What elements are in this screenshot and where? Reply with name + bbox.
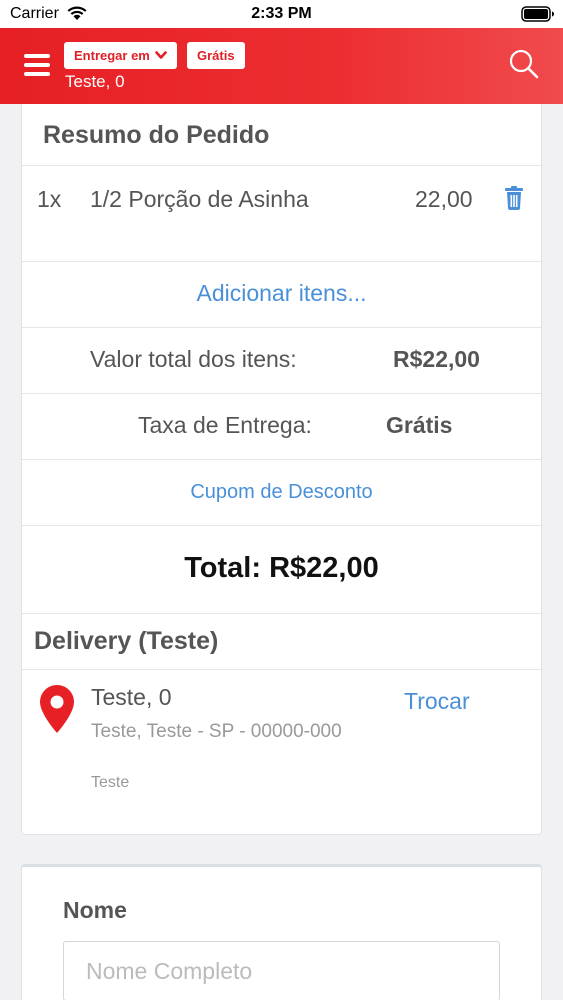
coupon-link[interactable]: Cupom de Desconto [22, 481, 541, 504]
item-price: 22,00 [415, 186, 473, 212]
change-address-link[interactable]: Trocar [404, 688, 470, 715]
customer-form-card: Nome [21, 864, 542, 1000]
name-label: Nome [63, 897, 127, 923]
fee-badge-label: Grátis [197, 48, 235, 63]
name-input[interactable] [63, 941, 500, 1000]
deliver-to-dropdown[interactable]: Entregar em [64, 42, 177, 69]
chevron-down-icon [155, 51, 167, 59]
delivery-address: Teste, 0 Teste, Teste - SP - 00000-000 T… [22, 670, 541, 835]
status-bar: Carrier 2:33 PM [0, 0, 563, 28]
delivery-fee-value: Grátis [386, 412, 453, 438]
subtotal-value: R$22,00 [393, 346, 480, 372]
list-item: 1x 1/2 Porção de Asinha 22,00 [22, 166, 541, 262]
delivery-fee-badge: Grátis [187, 42, 245, 69]
header-address[interactable]: Teste, 0 [65, 72, 125, 92]
address-note: Teste [91, 774, 130, 791]
clock: 2:33 PM [251, 5, 312, 22]
item-name: 1/2 Porção de Asinha [90, 186, 309, 212]
search-icon[interactable] [508, 48, 540, 80]
order-summary-title: Resumo do Pedido [43, 121, 270, 149]
address-name: Teste, 0 [91, 684, 172, 710]
address-line: Teste, Teste - SP - 00000-000 [91, 721, 342, 742]
order-summary-card: Resumo do Pedido 1x 1/2 Porção de Asinha… [21, 104, 542, 835]
deliver-to-label: Entregar em [74, 48, 150, 63]
delivery-fee-label: Taxa de Entrega: [138, 412, 312, 438]
delivery-title: Delivery (Teste) [34, 627, 219, 655]
subtotal-label: Valor total dos itens: [90, 346, 297, 372]
battery-icon [521, 6, 554, 22]
subtotal-row: Valor total dos itens: R$22,00 [22, 328, 541, 394]
app-header: Entregar em Grátis Teste, 0 [0, 28, 563, 104]
order-total: Total: R$22,00 [184, 552, 379, 584]
map-pin-icon [40, 685, 74, 733]
delivery-fee-row: Taxa de Entrega: Grátis [22, 394, 541, 460]
menu-icon[interactable] [24, 54, 50, 76]
item-quantity: 1x [37, 186, 62, 212]
coupon-row: Cupom de Desconto [22, 460, 541, 526]
trash-icon[interactable] [504, 186, 524, 210]
add-items-row: Adicionar itens... [22, 262, 541, 328]
add-items-link[interactable]: Adicionar itens... [22, 280, 541, 307]
total-row: Total: R$22,00 [22, 526, 541, 614]
delivery-header-row: Delivery (Teste) [22, 614, 541, 670]
